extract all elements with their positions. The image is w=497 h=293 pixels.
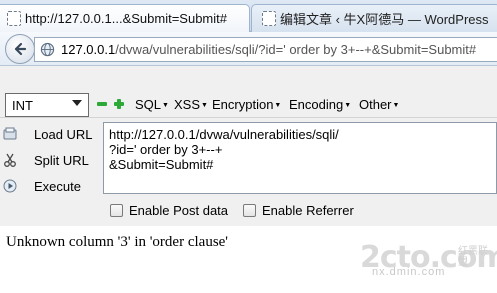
increase-icon[interactable] — [114, 99, 124, 109]
tab-strip: http://127.0.0.1...&Submit=Submit# 编辑文章 … — [0, 0, 497, 32]
watermark-domain: nx.dmin.com — [372, 266, 446, 278]
play-icon — [3, 179, 17, 193]
navigation-bar: 127.0.0.1/dvwa/vulnerabilities/sqli/?id=… — [0, 32, 497, 66]
url-host: 127.0.0.1 — [61, 42, 116, 57]
menu-xss[interactable]: XSS▼ — [174, 97, 208, 112]
menu-encryption[interactable]: Encryption▼ — [212, 97, 281, 112]
tab-title: 编辑文章 ‹ 牛X阿德马 — WordPress — [280, 12, 489, 27]
encoding-select-value: INT — [12, 97, 33, 113]
enable-referrer-label: Enable Referrer — [262, 203, 354, 218]
menu-other[interactable]: Other▼ — [359, 97, 399, 112]
hackbar-toolbar: INT SQL▼ XSS▼ Encryption▼ Encoding▼ Othe… — [0, 66, 497, 118]
menu-sql[interactable]: SQL▼ — [135, 97, 169, 112]
address-bar[interactable]: 127.0.0.1/dvwa/vulnerabilities/sqli/?id=… — [34, 37, 497, 62]
execute-button[interactable]: Execute — [0, 174, 100, 198]
enable-post-data-checkbox[interactable]: Enable Post data — [110, 203, 228, 218]
load-url-icon — [3, 127, 17, 140]
dropdown-arrow-icon — [72, 100, 82, 106]
split-url-label: Split URL — [34, 152, 89, 168]
execute-label: Execute — [34, 178, 81, 194]
url-text: 127.0.0.1/dvwa/vulnerabilities/sqli/?id=… — [61, 42, 476, 57]
watermark: 2cto.com nx.dmin.com 红黑联盟 — [360, 240, 497, 290]
enable-referrer-checkbox[interactable]: Enable Referrer — [243, 203, 354, 218]
watermark-cn-text: 红黑联盟 — [458, 246, 488, 268]
page-icon — [7, 11, 21, 26]
hackbar-panel: INT SQL▼ XSS▼ Encryption▼ Encoding▼ Othe… — [0, 66, 497, 226]
globe-icon — [40, 42, 55, 57]
hackbar-actions: Load URL Split URL Execute — [0, 118, 100, 198]
tab-title: http://127.0.0.1...&Submit=Submit# — [25, 11, 227, 26]
scissors-icon — [4, 153, 16, 167]
tab-wordpress[interactable]: 编辑文章 ‹ 牛X阿德马 — WordPress — [251, 4, 497, 32]
back-button[interactable] — [5, 34, 35, 64]
checkbox-box[interactable] — [243, 204, 256, 217]
load-url-label: Load URL — [34, 126, 93, 142]
encoding-select[interactable]: INT — [5, 93, 89, 117]
menu-encoding[interactable]: Encoding▼ — [289, 97, 351, 112]
checkbox-box[interactable] — [110, 204, 123, 217]
url-path: /dvwa/vulnerabilities/sqli/?id=' order b… — [115, 42, 477, 57]
enable-post-data-label: Enable Post data — [129, 203, 229, 218]
back-arrow-icon — [14, 42, 27, 56]
decrease-icon[interactable] — [97, 99, 107, 109]
split-url-button[interactable]: Split URL — [0, 148, 100, 172]
page-icon — [262, 11, 276, 26]
tab-sqli[interactable]: http://127.0.0.1...&Submit=Submit# — [0, 4, 250, 32]
sql-error-message: Unknown column '3' in 'order clause' — [6, 234, 229, 250]
hackbar-url-textarea[interactable]: http://127.0.0.1/dvwa/vulnerabilities/sq… — [103, 122, 497, 194]
load-url-button[interactable]: Load URL — [0, 122, 100, 146]
